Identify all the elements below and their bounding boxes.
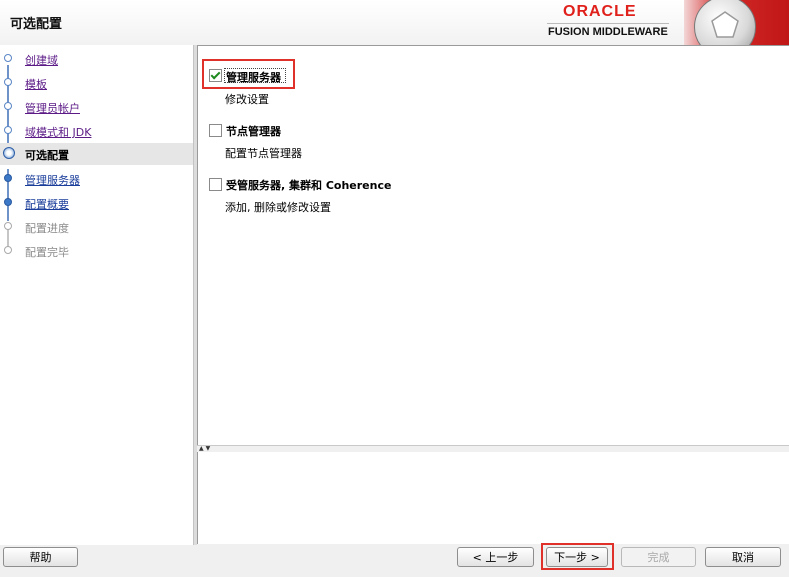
nav-step-config-complete: 配置完毕: [0, 240, 193, 262]
finish-button: 完成: [621, 547, 696, 567]
nav-step-optional-config[interactable]: 可选配置: [0, 143, 193, 165]
step-done-icon: [4, 78, 12, 86]
cancel-button[interactable]: 取消: [705, 547, 781, 567]
nav-step-config-progress: 配置进度: [0, 216, 193, 238]
header-bar: 可选配置 ORACLE FUSION MIDDLEWARE: [0, 0, 789, 45]
managed-servers-option-desc: 添加, 删除或修改设置: [225, 201, 331, 214]
page-title: 可选配置: [10, 17, 63, 32]
nav-step-admin-account[interactable]: 管理员帐户: [0, 96, 193, 118]
nav-step-label[interactable]: 管理服务器: [25, 172, 80, 188]
oracle-logo: ORACLE: [563, 3, 637, 20]
pentagon-icon: [694, 0, 756, 45]
options-panel: 管理服务器 修改设置 节点管理器 配置节点管理器 受管服务器, 集群和 Cohe…: [197, 45, 789, 446]
nav-step-templates[interactable]: 模板: [0, 72, 193, 94]
highlight-annotation: [541, 543, 614, 570]
node-manager-checkbox[interactable]: [209, 124, 222, 137]
nav-step-admin-server[interactable]: 管理服务器: [0, 168, 193, 190]
nav-step-domain-mode-jdk[interactable]: 域模式和 JDK: [0, 120, 193, 142]
step-navigation: 创建域 模板 管理员帐户 域模式和 JDK 可选配置 管理服务器 配置概要 配置…: [0, 45, 193, 545]
highlight-annotation: [202, 59, 295, 89]
step-done-icon: [4, 54, 12, 62]
logo-divider: [547, 23, 669, 24]
back-button[interactable]: < 上一步: [457, 547, 534, 567]
step-disabled-icon: [4, 246, 12, 254]
nav-step-label[interactable]: 域模式和 JDK: [25, 124, 91, 140]
nav-step-create-domain[interactable]: 创建域: [0, 48, 193, 70]
fusion-middleware-label: FUSION MIDDLEWARE: [548, 26, 668, 38]
nav-step-label[interactable]: 模板: [25, 76, 47, 92]
node-manager-option-desc: 配置节点管理器: [225, 147, 302, 160]
nav-step-label: 配置完毕: [25, 246, 69, 259]
nav-step-label: 可选配置: [25, 149, 69, 162]
product-badge: [684, 0, 789, 45]
nav-step-label[interactable]: 创建域: [25, 52, 58, 68]
step-done-icon: [4, 102, 12, 110]
node-manager-option-label[interactable]: 节点管理器: [226, 123, 281, 139]
nav-step-config-summary[interactable]: 配置概要: [0, 192, 193, 214]
admin-server-option-desc: 修改设置: [225, 93, 269, 106]
step-current-icon: [3, 147, 15, 159]
message-panel: [197, 452, 789, 544]
splitter-arrows-icon[interactable]: ▲▼: [199, 445, 212, 452]
step-disabled-icon: [4, 222, 12, 230]
step-pending-icon: [4, 174, 12, 182]
managed-servers-option-label[interactable]: 受管服务器, 集群和 Coherence: [226, 177, 391, 193]
help-button[interactable]: 帮助: [3, 547, 78, 567]
nav-step-label: 配置进度: [25, 222, 69, 235]
nav-step-label[interactable]: 配置概要: [25, 196, 69, 212]
step-pending-icon: [4, 198, 12, 206]
nav-step-label[interactable]: 管理员帐户: [25, 100, 80, 116]
managed-servers-checkbox[interactable]: [209, 178, 222, 191]
step-done-icon: [4, 126, 12, 134]
